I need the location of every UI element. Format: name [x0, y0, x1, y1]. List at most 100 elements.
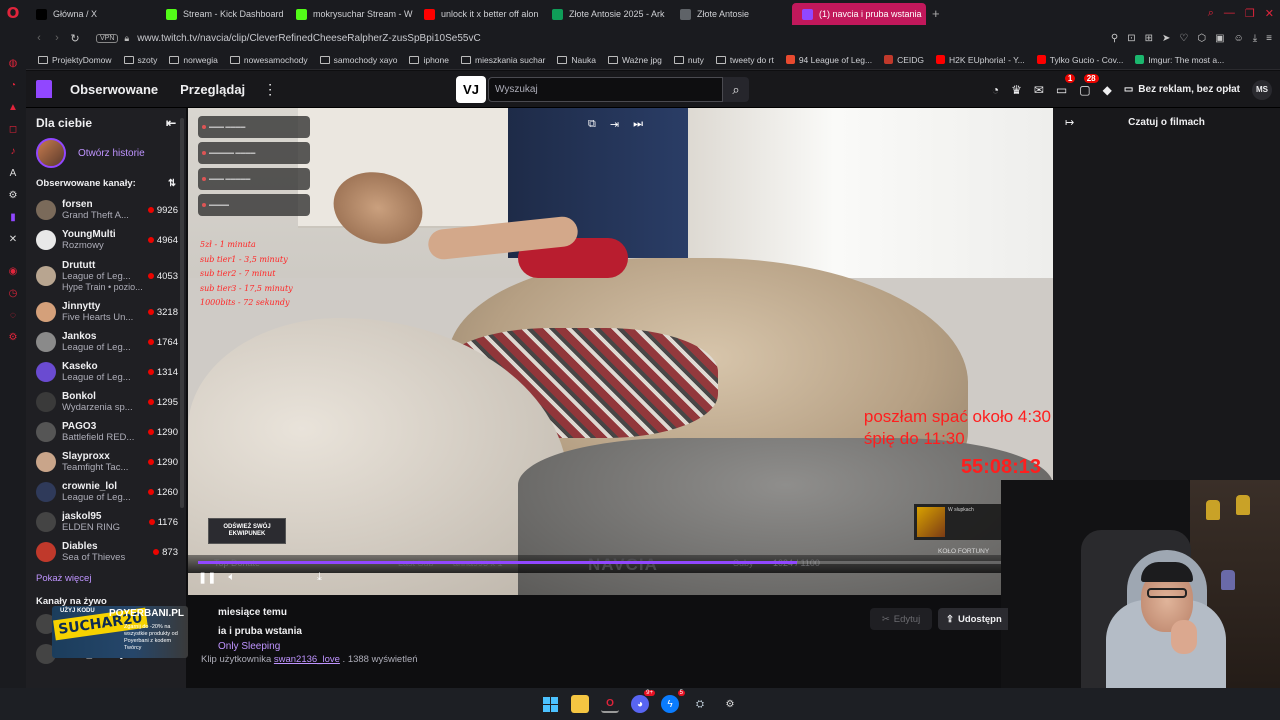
forward-icon[interactable]: ›: [48, 32, 66, 44]
bookmark-item[interactable]: 94 League of Leg...: [782, 55, 876, 65]
bookmark-item[interactable]: tweety do rt: [712, 55, 778, 65]
sort-icon[interactable]: ⇅: [168, 178, 176, 189]
bookmark-item[interactable]: ProjektyDomow: [34, 55, 116, 65]
prime-icon[interactable]: ♛: [1011, 83, 1022, 97]
download-icon[interactable]: ⤓: [1253, 33, 1257, 44]
messenger-taskbar-icon[interactable]: ϟ5: [661, 690, 685, 713]
sidebar-channel[interactable]: Slayproxx Teamfight Tac... 1290: [26, 447, 186, 477]
stories-row[interactable]: Otwórz historie: [26, 134, 186, 172]
volume-icon[interactable]: 🔈︎: [228, 571, 235, 584]
browser-tab[interactable]: unlock it x better off alon: [414, 3, 542, 25]
bookmark-item[interactable]: CEIDG: [880, 55, 928, 65]
promo-banner[interactable]: UŻYJ KODU SUCHAR20 POYERBANI.PL Zgarnij …: [52, 606, 188, 658]
instagram-icon[interactable]: ◻: [0, 118, 26, 140]
mail-icon[interactable]: ✉: [1034, 83, 1044, 97]
collapse-sidebar-icon[interactable]: ⇤: [166, 116, 176, 130]
menu-icon[interactable]: ≡: [1266, 33, 1272, 44]
sidebar-channel[interactable]: PAGO3 Battlefield RED... 1290: [26, 417, 186, 447]
notifications-icon[interactable]: ▢ 28: [1079, 73, 1099, 97]
sidebar-channel[interactable]: Jinnytty Five Hearts Un... 3218: [26, 297, 186, 327]
more-options-icon[interactable]: ⋮: [263, 81, 277, 98]
personal-news-icon[interactable]: ◌: [0, 304, 26, 326]
reload-icon[interactable]: ↻: [66, 32, 84, 45]
back-icon[interactable]: ‹: [30, 32, 48, 44]
search-tabs-icon[interactable]: ⌕: [1208, 7, 1214, 20]
sidebar-channel[interactable]: Drututt League of Leg... Hype Train • pozi…: [26, 255, 186, 297]
new-tab-button[interactable]: +: [926, 6, 946, 21]
clip-author-link[interactable]: swan2136_love: [274, 654, 340, 665]
show-more-link[interactable]: Pokaż więcej: [26, 567, 186, 590]
vpn-badge[interactable]: VPN: [96, 33, 119, 43]
profile-icon[interactable]: ☺: [1234, 33, 1244, 44]
url-field[interactable]: www.twitch.tv/navcia/clip/CleverRefinedC…: [137, 33, 481, 44]
sidebar-channel[interactable]: forsen Grand Theft A... 9926: [26, 195, 186, 225]
music-icon[interactable]: ♪: [0, 140, 26, 162]
nav-browse[interactable]: Przeglądaj: [180, 82, 245, 97]
bookmark-item[interactable]: mieszkania suchar: [457, 55, 549, 65]
chatgpt-icon[interactable]: ⚙: [0, 184, 26, 206]
clip-progress-bar[interactable]: [198, 561, 1018, 564]
bits-icon[interactable]: ◆: [1103, 83, 1112, 97]
inbox-icon[interactable]: ▭ 1: [1056, 73, 1076, 97]
twitch-logo-icon[interactable]: [26, 71, 62, 107]
history-icon[interactable]: ◷: [0, 282, 26, 304]
bookmark-item[interactable]: szoty: [120, 55, 162, 65]
windows-start-icon[interactable]: [541, 695, 559, 713]
extensions-icon[interactable]: ⬡: [1197, 33, 1206, 44]
sidebar-channel[interactable]: YoungMulti Rozmowy 4964: [26, 225, 186, 255]
sidebar-channel[interactable]: Diables Sea of Thieves 873: [26, 537, 186, 567]
download-clip-icon[interactable]: ⤓: [317, 571, 322, 584]
bookmark-item[interactable]: nuty: [670, 55, 708, 65]
sidebar-channel[interactable]: crownie_lol League of Leg... 1260: [26, 477, 186, 507]
browser-tab[interactable]: mokrysuchar Stream - W: [286, 3, 414, 25]
sidebar-scrollbar[interactable]: [180, 118, 184, 508]
heart-icon[interactable]: ♡: [1179, 33, 1188, 44]
steam-icon[interactable]: ⛭: [691, 695, 709, 713]
sidebar-channel[interactable]: Jankos League of Leg... 1764: [26, 327, 186, 357]
twitch-sidebar-icon[interactable]: ▮: [0, 206, 26, 228]
no-ads-button[interactable]: ▭ Bez reklam, bez opłat: [1124, 84, 1240, 95]
player-icon[interactable]: ◉: [0, 260, 26, 282]
sidebar-channel[interactable]: Kaseko League of Leg... 1314: [26, 357, 186, 387]
story-avatar[interactable]: [36, 138, 66, 168]
share-button[interactable]: ⇪ Udostępn: [938, 608, 1008, 630]
nav-following[interactable]: Obserwowane: [70, 82, 158, 97]
maximize-icon[interactable]: ❐: [1245, 7, 1255, 20]
snapshot-icon[interactable]: ⊡: [1127, 33, 1135, 44]
pause-icon[interactable]: ❚❚: [198, 571, 216, 584]
file-explorer-icon[interactable]: [571, 695, 589, 713]
bookmark-item[interactable]: norwegia: [165, 55, 222, 65]
search-icon[interactable]: ⌕: [723, 77, 749, 102]
crop-icon[interactable]: ⊞: [1145, 33, 1153, 44]
search-input[interactable]: Wyszukaj: [488, 77, 723, 102]
browser-tab[interactable]: (1) navcia i pruba wstania: [792, 3, 926, 25]
pin-icon[interactable]: ⚲: [1111, 33, 1118, 44]
whatsapp-icon[interactable]: ◔: [0, 74, 26, 96]
user-avatar[interactable]: MS: [1252, 79, 1272, 100]
discord-icon[interactable]: ◕ 9+: [631, 690, 655, 713]
bookmark-item[interactable]: nowesamochody: [226, 55, 312, 65]
send-icon[interactable]: ➤: [1162, 33, 1170, 44]
clip-popout-icon[interactable]: ⧉: [588, 118, 596, 131]
messenger-icon[interactable]: ◍: [0, 52, 26, 74]
settings-icon[interactable]: ⚙: [0, 326, 26, 348]
sidebar-channel[interactable]: jaskol95 ELDEN RING 1176: [26, 507, 186, 537]
skip-next-icon[interactable]: ⏭: [633, 118, 643, 131]
telegram-icon[interactable]: ▲: [0, 96, 26, 118]
extension-vj-icon[interactable]: VJ: [456, 76, 486, 103]
clip-exit-icon[interactable]: ⇥: [610, 118, 619, 131]
edit-button[interactable]: ✂ Edytuj: [870, 608, 932, 630]
bookmark-item[interactable]: Nauka: [553, 55, 600, 65]
sidebar-channel[interactable]: Bonkol Wydarzenia sp... 1295: [26, 387, 186, 417]
open-stories-link[interactable]: Otwórz historie: [78, 148, 145, 159]
video-player[interactable]: ▬▬▬ ▬▬▬▬ ▬▬▬▬▬ ▬▬▬▬ ▬▬▬ ▬▬▬▬▬ ▬▬▬▬ 5zł -…: [188, 108, 1053, 595]
bookmark-item[interactable]: samochody xayo: [316, 55, 402, 65]
close-icon[interactable]: ✕: [1265, 7, 1274, 20]
aria-icon[interactable]: A: [0, 162, 26, 184]
activity-icon[interactable]: ◔: [992, 83, 999, 97]
browser-tab[interactable]: Złote Antosie: [670, 3, 792, 25]
browser-tab[interactable]: Stream - Kick Dashboard: [156, 3, 286, 25]
clip-category[interactable]: Only Sleeping: [218, 641, 280, 652]
x-sidebar-icon[interactable]: ✕: [0, 228, 26, 250]
bookmark-item[interactable]: H2K EUphoria! - Y...: [932, 55, 1029, 65]
